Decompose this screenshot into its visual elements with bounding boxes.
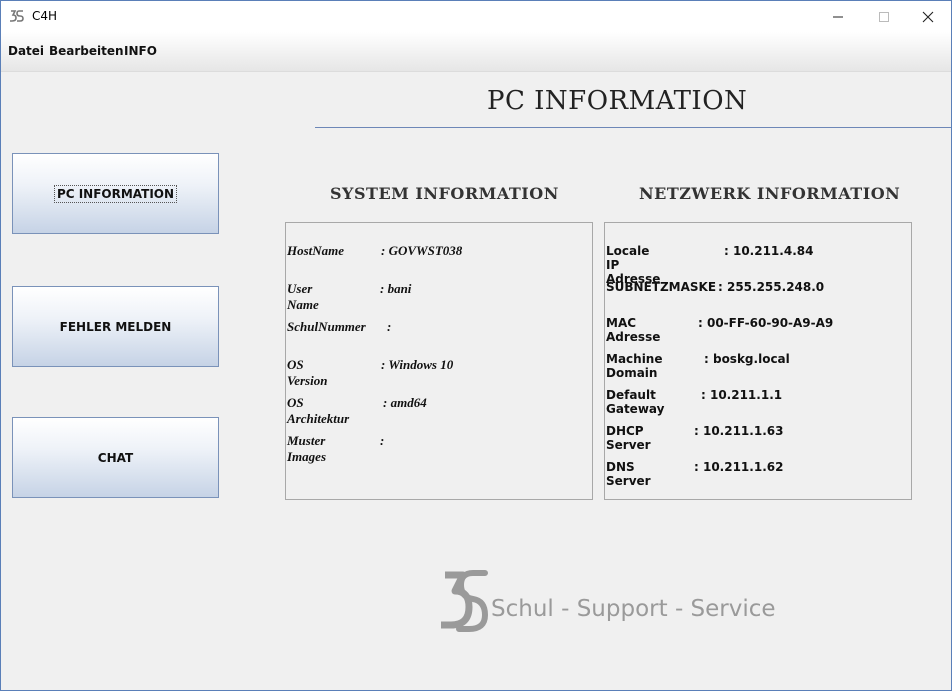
system-value: : bani <box>380 281 412 296</box>
system-label: OS Version <box>287 357 328 388</box>
network-value: : 255.255.248.0 <box>718 280 825 294</box>
menu-datei[interactable]: Datei <box>8 44 44 58</box>
fehler-melden-button[interactable]: FEHLER MELDEN <box>12 286 219 367</box>
chat-label: CHAT <box>97 450 134 465</box>
pc-information-label: PC INFORMATION <box>53 184 178 203</box>
network-value: : boskg.local <box>704 352 790 366</box>
system-value: : <box>380 433 385 448</box>
minimize-icon <box>833 16 843 17</box>
brand-text: Schul - Support - Service <box>491 596 776 622</box>
page-title: PC INFORMATION <box>487 86 748 116</box>
menu-bearbeiten[interactable]: Bearbeiten <box>49 44 124 58</box>
pc-information-button[interactable]: PC INFORMATION <box>12 153 219 234</box>
system-value: : <box>387 319 392 334</box>
network-value: : 10.211.1.62 <box>694 460 784 474</box>
fehler-melden-label: FEHLER MELDEN <box>59 319 172 334</box>
close-icon <box>922 11 934 22</box>
network-label: Machine Domain <box>606 352 663 380</box>
system-label: Muster Images <box>287 433 326 464</box>
network-label: SUBNETZMASKE <box>606 280 717 294</box>
maximize-icon <box>879 11 889 22</box>
title-bar[interactable]: C4H <box>1 1 951 32</box>
window-title: C4H <box>32 9 58 23</box>
system-value: : GOVWST038 <box>381 243 463 258</box>
app-window: C4H Datei Bearbeiten INFO PC INFORMATION… <box>0 0 952 691</box>
minimize-button[interactable] <box>815 1 861 32</box>
netzwerk-information-heading: NETZWERK INFORMATION <box>639 184 901 203</box>
system-information-heading: SYSTEM INFORMATION <box>330 184 559 203</box>
system-label: HostName <box>287 243 345 258</box>
network-value: : 00-FF-60-90-A9-A9 <box>698 316 834 330</box>
title-divider <box>315 127 951 128</box>
menu-bar: Datei Bearbeiten INFO <box>1 32 951 72</box>
network-label: MAC Adresse <box>606 316 661 344</box>
close-button[interactable] <box>905 1 951 32</box>
network-value: : 10.211.4.84 <box>724 244 814 258</box>
network-label: DNS Server <box>606 460 651 488</box>
system-value: : Windows 10 <box>381 357 454 372</box>
system-label: User Name <box>287 281 319 312</box>
system-label: OS Architektur <box>287 395 350 426</box>
network-label: DHCP Server <box>606 424 651 452</box>
network-value: : 10.211.1.1 <box>701 388 783 402</box>
maximize-button[interactable] <box>861 1 907 32</box>
network-value: : 10.211.1.63 <box>694 424 784 438</box>
network-label: Default Gateway <box>606 388 665 416</box>
system-label: SchulNummer <box>287 319 366 334</box>
system-value: : amd64 <box>383 395 427 410</box>
menu-info[interactable]: INFO <box>124 44 157 58</box>
chat-button[interactable]: CHAT <box>12 417 219 498</box>
app-logo-icon <box>10 10 24 22</box>
